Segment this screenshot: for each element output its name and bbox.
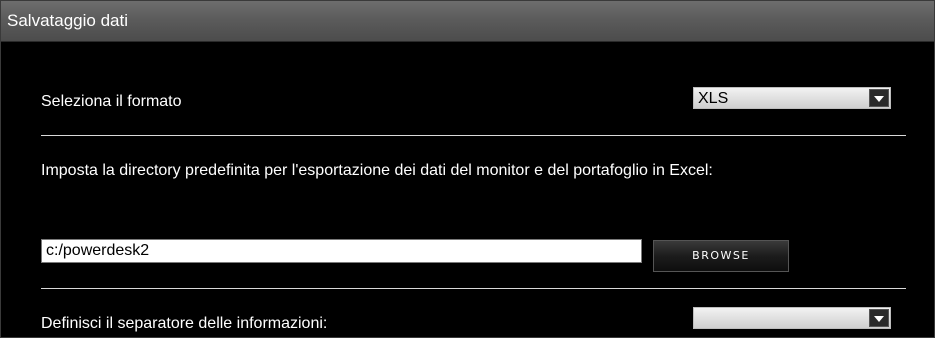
format-select[interactable]: XLS bbox=[693, 87, 891, 109]
export-directory-input[interactable]: c:/powerdesk2 bbox=[41, 239, 642, 263]
divider bbox=[41, 135, 906, 136]
format-select-value: XLS bbox=[698, 90, 729, 107]
format-label: Seleziona il formato bbox=[41, 93, 182, 110]
divider bbox=[41, 288, 906, 289]
panel-header: Salvataggio dati bbox=[1, 1, 934, 42]
browse-button[interactable]: BROWSE bbox=[653, 240, 789, 272]
export-directory-description: Imposta la directory predefinita per l'e… bbox=[41, 162, 713, 179]
chevron-down-icon[interactable] bbox=[869, 309, 889, 327]
data-saving-panel: Salvataggio dati Seleziona il formato XL… bbox=[0, 0, 935, 338]
panel-title: Salvataggio dati bbox=[7, 11, 128, 30]
chevron-down-icon[interactable] bbox=[869, 89, 889, 107]
separator-label: Definisci il separatore delle informazio… bbox=[41, 315, 328, 332]
separator-select[interactable] bbox=[693, 307, 891, 329]
